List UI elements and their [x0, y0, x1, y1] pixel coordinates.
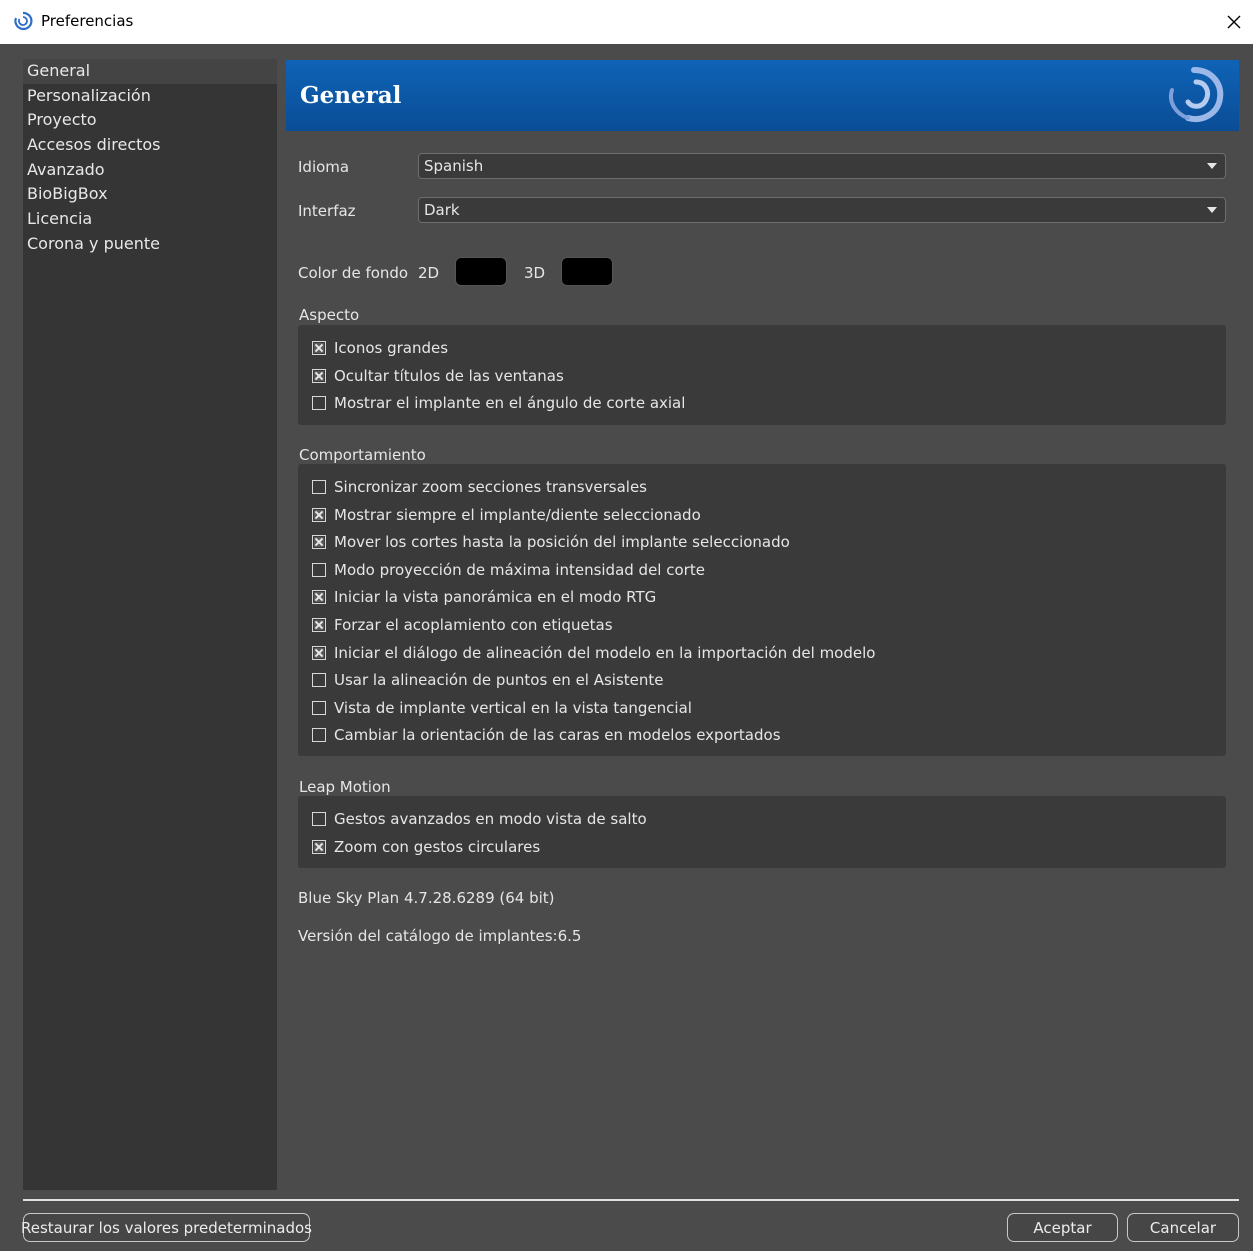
color-2d-swatch[interactable] — [455, 257, 507, 286]
interface-value: Dark — [424, 201, 460, 219]
behavior-option-4[interactable]: Modo proyección de máxima intensidad del… — [312, 559, 705, 581]
checkbox-checked[interactable] — [312, 618, 326, 632]
aspect-option-hide-window-titles[interactable]: Ocultar títulos de las ventanas — [312, 365, 564, 387]
checkbox-unchecked[interactable] — [312, 563, 326, 577]
option-label: Zoom con gestos circulares — [334, 838, 541, 856]
option-label: Iconos grandes — [334, 339, 449, 357]
checkbox-checked[interactable] — [312, 646, 326, 660]
option-label: Forzar el acoplamiento con etiquetas — [334, 616, 613, 634]
footer-divider — [23, 1199, 1239, 1201]
color-3d-label: 3D — [524, 264, 546, 282]
leap-motion-group-title: Leap Motion — [299, 778, 391, 796]
behavior-option-5[interactable]: Iniciar la vista panorámica en el modo R… — [312, 586, 656, 608]
cancel-button[interactable]: Cancelar — [1127, 1213, 1239, 1242]
color-2d-label: 2D — [418, 264, 440, 282]
option-label: Ocultar títulos de las ventanas — [334, 367, 564, 385]
sidebar-item-corona-y-puente[interactable]: Corona y puente — [23, 232, 277, 257]
background-color-label: Color de fondo — [298, 264, 409, 282]
checkbox-unchecked[interactable] — [312, 701, 326, 715]
app-logo-icon — [14, 11, 33, 31]
checkbox-unchecked[interactable] — [312, 396, 326, 410]
chevron-down-icon — [1207, 207, 1217, 213]
checkbox-checked[interactable] — [312, 369, 326, 383]
behavior-option-2[interactable]: Mostrar siempre el implante/diente selec… — [312, 504, 701, 526]
behavior-option-3[interactable]: Mover los cortes hasta la posición del i… — [312, 531, 790, 553]
language-select[interactable]: Spanish — [418, 153, 1226, 179]
version-text: Blue Sky Plan 4.7.28.6289 (64 bit) — [298, 889, 555, 907]
title-bar: Preferencias — [0, 0, 1253, 44]
aspect-option-large-icons[interactable]: Iconos grandes — [312, 337, 448, 359]
close-icon — [1227, 15, 1241, 29]
aspect-group-title: Aspecto — [299, 306, 360, 324]
behavior-option-7[interactable]: Iniciar el diálogo de alineación del mod… — [312, 642, 875, 664]
interface-select[interactable]: Dark — [418, 197, 1226, 223]
window-title: Preferencias — [41, 12, 134, 30]
option-label: Sincronizar zoom secciones transversales — [334, 478, 647, 496]
option-label: Mover los cortes hasta la posición del i… — [334, 533, 790, 551]
option-label: Gestos avanzados en modo vista de salto — [334, 810, 647, 828]
chevron-down-icon — [1207, 163, 1217, 169]
leap-option-advanced-gestures[interactable]: Gestos avanzados en modo vista de salto — [312, 808, 647, 830]
checkbox-checked[interactable] — [312, 508, 326, 522]
brand-swirl-icon — [1169, 67, 1224, 122]
checkbox-unchecked[interactable] — [312, 728, 326, 742]
checkbox-unchecked[interactable] — [312, 812, 326, 826]
catalog-version-text: Versión del catálogo de implantes:6.5 — [298, 927, 582, 945]
close-button[interactable] — [1222, 8, 1246, 36]
option-label: Modo proyección de máxima intensidad del… — [334, 561, 705, 579]
option-label: Usar la alineación de puntos en el Asist… — [334, 671, 664, 689]
behavior-option-6[interactable]: Forzar el acoplamiento con etiquetas — [312, 614, 613, 636]
restore-defaults-button[interactable]: Restaurar los valores predeterminados — [21, 1213, 312, 1242]
sidebar-item-general[interactable]: General — [23, 59, 277, 84]
language-value: Spanish — [424, 157, 484, 175]
option-label: Iniciar el diálogo de alineación del mod… — [334, 644, 876, 662]
behavior-option-9[interactable]: Vista de implante vertical en la vista t… — [312, 697, 692, 719]
sidebar-item-licencia[interactable]: Licencia — [23, 207, 277, 232]
checkbox-unchecked[interactable] — [312, 673, 326, 687]
accept-button[interactable]: Aceptar — [1007, 1213, 1118, 1242]
checkbox-checked[interactable] — [312, 840, 326, 854]
page-title: General — [300, 82, 402, 109]
color-3d-swatch[interactable] — [561, 257, 613, 286]
checkbox-checked[interactable] — [312, 590, 326, 604]
leap-option-circular-zoom[interactable]: Zoom con gestos circulares — [312, 836, 540, 858]
interface-label: Interfaz — [298, 202, 356, 220]
behavior-option-10[interactable]: Cambiar la orientación de las caras en m… — [312, 724, 781, 746]
behavior-option-8[interactable]: Usar la alineación de puntos en el Asist… — [312, 669, 664, 691]
language-label: Idioma — [298, 158, 350, 176]
sidebar-item-accesos-directos[interactable]: Accesos directos — [23, 133, 277, 158]
sidebar-item-biobigbox[interactable]: BioBigBox — [23, 182, 277, 207]
option-label: Iniciar la vista panorámica en el modo R… — [334, 588, 657, 606]
checkbox-unchecked[interactable] — [312, 480, 326, 494]
sidebar-item-avanzado[interactable]: Avanzado — [23, 158, 277, 183]
aspect-option-show-implant-axial[interactable]: Mostrar el implante en el ángulo de cort… — [312, 392, 685, 414]
option-label: Cambiar la orientación de las caras en m… — [334, 726, 781, 744]
option-label: Mostrar el implante en el ángulo de cort… — [334, 394, 686, 412]
checkbox-checked[interactable] — [312, 341, 326, 355]
option-label: Mostrar siempre el implante/diente selec… — [334, 506, 701, 524]
checkbox-checked[interactable] — [312, 535, 326, 549]
behavior-option-1[interactable]: Sincronizar zoom secciones transversales — [312, 476, 647, 498]
behavior-group-title: Comportamiento — [299, 446, 426, 464]
sidebar-item-personalizacion[interactable]: Personalización — [23, 84, 277, 109]
page-header-banner: General — [286, 60, 1239, 131]
option-label: Vista de implante vertical en la vista t… — [334, 699, 692, 717]
sidebar-item-proyecto[interactable]: Proyecto — [23, 108, 277, 133]
sidebar-nav: General Personalización Proyecto Accesos… — [23, 59, 277, 1190]
